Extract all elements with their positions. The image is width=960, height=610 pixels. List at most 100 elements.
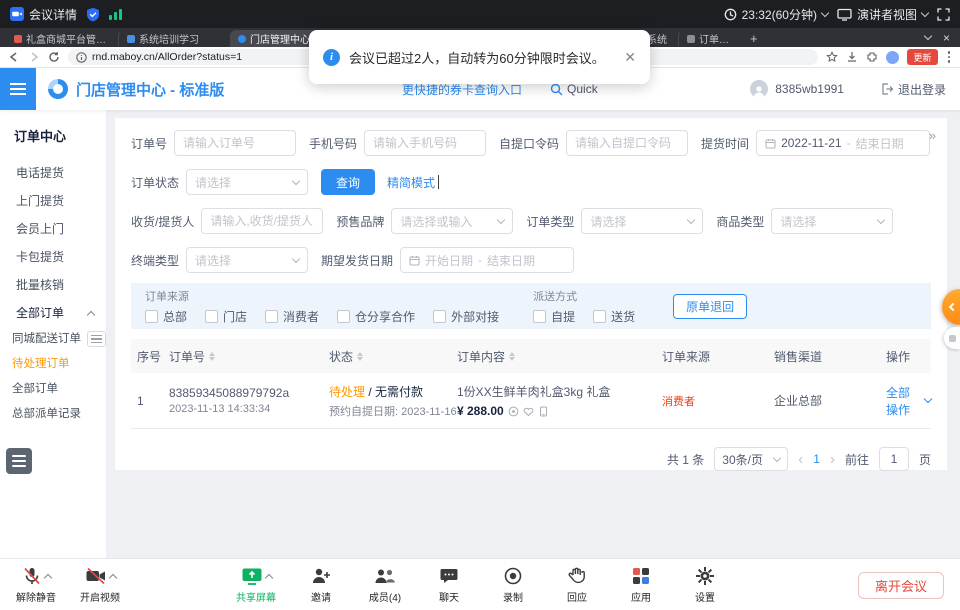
page-size-select[interactable]: 30条/页 [714,447,788,471]
meeting-timer[interactable]: 23:32(60分钟) [724,6,828,23]
edge-panel-extra[interactable] [944,327,960,349]
logout-button[interactable]: 退出登录 [881,81,946,98]
leave-meeting-button[interactable]: 离开会议 [858,572,944,599]
tab-search-icon[interactable] [924,32,932,40]
fullscreen-icon[interactable] [937,8,950,21]
chat-label: 聊天 [439,589,459,604]
presale-brand-select[interactable]: 请选择或输入 [391,208,513,234]
tab-favicon [127,35,135,43]
view-mode-label: 演讲者视图 [857,6,917,23]
checkbox-source-warehouse-coop[interactable]: 仓分享合作 [337,308,415,325]
sort-icon[interactable] [509,352,515,361]
start-video-button[interactable]: 开启视频 [80,565,120,604]
collapse-panel-icon[interactable]: » [929,128,935,143]
chevron-down-icon [924,395,932,403]
apps-button[interactable]: 应用 [622,565,660,610]
goods-type-select[interactable]: 请选择 [771,208,893,234]
quick-search[interactable]: Quick [550,82,598,96]
receiver-input[interactable] [201,208,323,234]
sidebar-item-phone-pickup[interactable]: 电话提货 [0,159,106,187]
checkbox-icon [593,310,606,323]
record-icon [503,566,523,586]
share-screen-button[interactable]: 共享屏幕 [236,565,276,610]
checkbox-source-store[interactable]: 门店 [205,308,247,325]
delivery-method-label: 派送方式 [533,288,635,304]
unmute-label: 解除静音 [16,589,56,604]
members-button[interactable]: 成员(4) [366,565,404,610]
video-options-chevron[interactable] [108,574,116,582]
mic-muted-icon [22,566,42,586]
checkbox-deliver[interactable]: 送货 [593,308,635,325]
checkbox-self-pickup[interactable]: 自提 [533,308,575,325]
sidebar-item-hq-dispatch-records[interactable]: 总部派单记录 [0,402,106,427]
checkbox-label: 门店 [223,308,247,325]
site-info-icon[interactable] [76,52,87,63]
return-original-order-button[interactable]: 原单退回 [673,294,747,319]
sidebar-group-all-orders[interactable]: 全部订单 [0,299,106,327]
share-screen-label: 共享屏幕 [236,589,276,604]
sidebar-item-card-pickup[interactable]: 卡包提货 [0,243,106,271]
sort-icon[interactable] [357,352,363,361]
back-icon[interactable] [8,51,20,63]
next-page-button[interactable]: › [830,452,835,467]
mic-options-chevron[interactable] [43,574,51,582]
unmute-button[interactable]: 解除静音 [16,565,56,604]
sidebar-drag-handle[interactable] [87,331,106,347]
new-tab-button[interactable]: + [750,30,758,47]
table-header: 序号 订单号 状态 订单内容 订单来源 销售渠道 操作 [131,339,931,373]
checkbox-source-hq[interactable]: 总部 [145,308,187,325]
extensions-puzzle-icon[interactable] [866,51,878,63]
chat-button[interactable]: 聊天 [430,565,468,610]
reaction-button[interactable]: 回应 [558,565,596,610]
browser-update-badge[interactable]: 更新 [907,49,937,65]
sort-icon[interactable] [209,352,215,361]
checkbox-source-external[interactable]: 外部对接 [433,308,499,325]
terminal-type-select[interactable]: 请选择 [186,247,308,273]
settings-button[interactable]: 设置 [686,565,724,610]
goto-page-input[interactable] [879,447,909,471]
table-row: 1 83859345088979792a 2023-11-13 14:33:34… [131,373,931,429]
menu-toggle-button[interactable] [0,68,36,110]
download-icon[interactable] [846,51,858,63]
order-type-select[interactable]: 请选择 [581,208,703,234]
browser-tab-7[interactable]: 订单需求 [678,30,742,47]
refresh-icon[interactable] [48,51,60,63]
bookmark-star-icon[interactable] [826,51,838,63]
shield-check-icon[interactable] [86,7,100,22]
prev-page-button[interactable]: ‹ [798,452,803,467]
quick-list-button[interactable] [6,448,32,474]
expect-ship-date-range[interactable]: 开始日期 - 结束日期 [400,247,574,273]
all-actions-dropdown[interactable]: 全部操作 [886,384,931,418]
col-order-no[interactable]: 订单号 [169,348,329,365]
record-button[interactable]: 录制 [494,565,532,610]
col-status[interactable]: 状态 [329,348,457,365]
toast-close-icon[interactable]: ✕ [624,49,636,66]
browser-menu-icon[interactable] [946,51,953,63]
meeting-details-button[interactable]: 会议详情 [10,6,77,23]
phone-input[interactable] [364,130,486,156]
checkbox-source-consumer[interactable]: 消费者 [265,308,319,325]
sidebar-item-batch-verify[interactable]: 批量核销 [0,271,106,299]
invite-button[interactable]: 邀请 [302,565,340,610]
browser-profile-avatar[interactable] [886,51,899,64]
browser-tab-2[interactable]: 系统培训学习 [118,30,230,47]
order-status-select[interactable]: 请选择 [186,169,308,195]
sidebar-item-all-orders[interactable]: 全部订单 [0,377,106,402]
sidebar-item-member-visit[interactable]: 会员上门 [0,215,106,243]
search-icon [550,83,563,96]
col-content[interactable]: 订单内容 [457,348,662,365]
order-no-input[interactable] [174,130,296,156]
current-page[interactable]: 1 [813,452,820,466]
forward-icon[interactable] [28,51,40,63]
pickup-date-range[interactable]: 2022-11-21 - 结束日期 [756,130,930,156]
window-close-icon[interactable]: × [943,31,950,45]
simple-mode-link[interactable]: 精简模式 [387,174,435,191]
share-options-chevron[interactable] [264,574,272,582]
pickup-code-input[interactable] [566,130,688,156]
search-button[interactable]: 查询 [321,169,375,195]
sidebar-item-door-pickup[interactable]: 上门提货 [0,187,106,215]
presale-brand-label: 预售品牌 [336,213,384,230]
sidebar-item-pending-orders[interactable]: 待处理订单 [0,352,106,377]
browser-tab-1[interactable]: 礼盒商城平台管理中心 [6,30,118,47]
view-mode-switcher[interactable]: 演讲者视图 [837,6,928,23]
